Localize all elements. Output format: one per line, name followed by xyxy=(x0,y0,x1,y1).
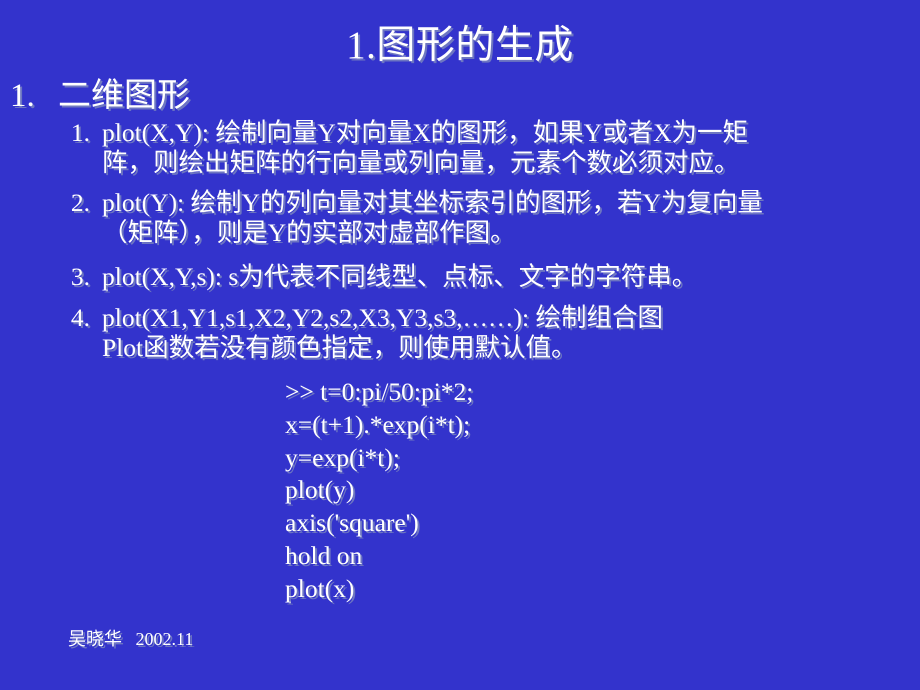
section-heading: 1. 二维图形 xyxy=(10,76,190,116)
numbered-list: 1. plot(X,Y): 绘制向量Y对向量X的图形，如果Y或者X为一矩 阵，则… xyxy=(52,118,902,363)
list-item-text-continued: 阵，则绘出矩阵的行向量或列向量，元素个数必须对应。 xyxy=(102,148,740,177)
list-item: 2. plot(Y): 绘制Y的列向量对其坐标索引的图形，若Y为复向量 （矩阵）… xyxy=(52,188,902,248)
list-item-text-continued: （矩阵），则是Y的实部对虚部作图。 xyxy=(102,218,516,247)
list-item-text: plot(X,Y,s): s为代表不同线型、点标、文字的字符串。 xyxy=(102,262,698,291)
code-line: hold on xyxy=(285,540,363,570)
list-item-marker: 4. xyxy=(70,303,90,332)
slide-footer: 吴晓华 2002.11 xyxy=(68,629,194,649)
list-item: 4. plot(X1,Y1,s1,X2,Y2,s2,X3,Y3,s3,……): … xyxy=(52,303,902,363)
list-item-marker: 1. xyxy=(70,118,90,147)
section-heading-label: 二维图形 xyxy=(58,78,190,114)
code-line: x=(t+1).*exp(i*t); xyxy=(285,409,471,439)
list-item-text: plot(Y): 绘制Y的列向量对其坐标索引的图形，若Y为复向量 xyxy=(102,188,763,217)
presentation-slide: 1.图形的生成 1. 二维图形 1. plot(X,Y): 绘制向量Y对向量X的图… xyxy=(0,0,920,690)
code-line: plot(y) xyxy=(285,475,355,505)
list-item: 3. plot(X,Y,s): s为代表不同线型、点标、文字的字符串。 xyxy=(52,262,902,292)
list-item-text: plot(X,Y): 绘制向量Y对向量X的图形，如果Y或者X为一矩 xyxy=(102,118,748,147)
code-line: axis('square') xyxy=(285,508,419,538)
list-item-text-continued: Plot函数若没有颜色指定，则使用默认值。 xyxy=(102,333,577,362)
list-item-text: plot(X1,Y1,s1,X2,Y2,s2,X3,Y3,s3,……): 绘制组… xyxy=(102,303,664,332)
list-item-marker: 2. xyxy=(70,188,90,217)
code-line: y=exp(i*t); xyxy=(285,442,400,472)
list-item: 1. plot(X,Y): 绘制向量Y对向量X的图形，如果Y或者X为一矩 阵，则… xyxy=(52,118,902,178)
code-line: plot(x) xyxy=(285,573,355,603)
page-title: 1.图形的生成 xyxy=(346,24,574,67)
code-sample: >> t=0:pi/50:pi*2; x=(t+1).*exp(i*t); y=… xyxy=(285,376,473,606)
code-line: >> t=0:pi/50:pi*2; xyxy=(285,377,474,406)
section-heading-marker: 1. xyxy=(10,78,35,114)
list-item-marker: 3. xyxy=(70,262,90,291)
